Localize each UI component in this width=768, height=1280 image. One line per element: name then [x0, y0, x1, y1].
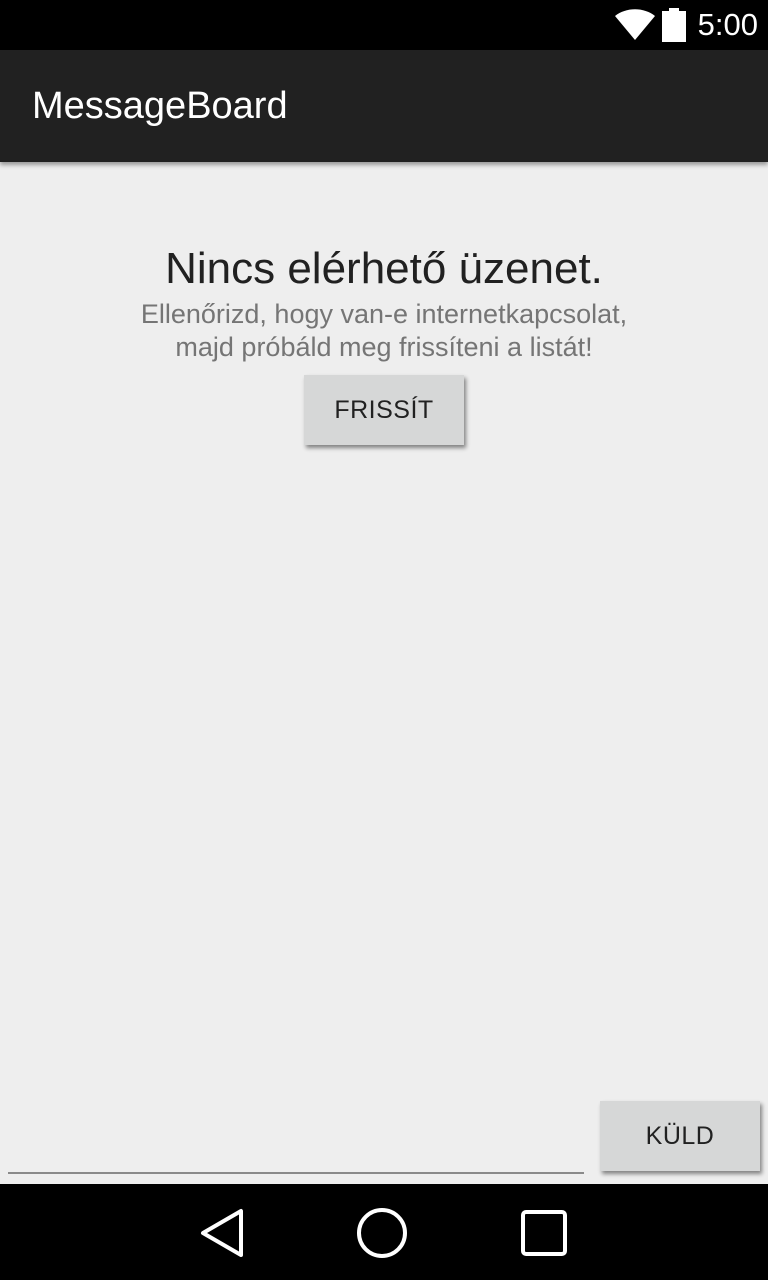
empty-state-line-1: Ellenőrizd, hogy van-e internetkapcsolat… — [140, 299, 628, 329]
refresh-button[interactable]: FRISSÍT — [304, 375, 464, 445]
battery-icon — [662, 8, 686, 42]
action-bar: MessageBoard — [0, 50, 768, 162]
empty-state-title: Nincs elérhető üzenet. — [165, 244, 603, 293]
send-button[interactable]: KÜLD — [600, 1101, 760, 1171]
recents-icon[interactable] — [519, 1208, 569, 1258]
status-time: 5:00 — [697, 7, 758, 42]
navigation-bar — [0, 1184, 768, 1280]
home-icon[interactable] — [357, 1208, 407, 1258]
back-icon[interactable] — [198, 1208, 248, 1258]
app-title: MessageBoard — [32, 85, 288, 127]
wifi-icon — [615, 9, 655, 40]
status-bar: 5:00 — [0, 0, 768, 50]
empty-state: Nincs elérhető üzenet. Ellenőrizd, hogy … — [0, 240, 768, 364]
message-input[interactable] — [8, 1110, 584, 1174]
empty-state-line-2: majd próbáld meg frissíteni a listát! — [175, 332, 593, 362]
